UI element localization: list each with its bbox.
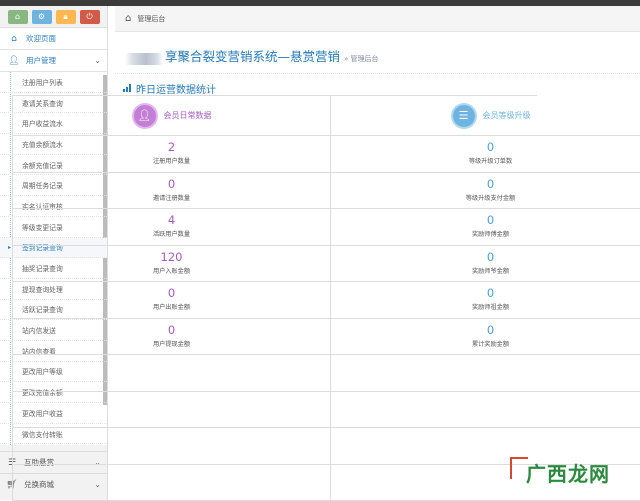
stat-cell: 0 奖励师爷金额: [331, 246, 640, 283]
stat-cell: 120 用户入账金额: [13, 246, 330, 283]
stat-label: 奖励师爷金额: [331, 266, 640, 275]
column-header: ☰ 会员等级升级: [331, 96, 640, 136]
sidebar-subitem-label: 注册用户列表: [22, 77, 63, 87]
sidebar-shortcuts: ⌂ ⚙ 🔒︎ ⏻: [0, 6, 107, 28]
stat-cell: 4 活跃用户数量: [13, 209, 330, 246]
logout-shortcut-button[interactable]: ⏻: [80, 10, 100, 24]
stat-label: 用户提现金额: [13, 339, 330, 348]
breadcrumb: ⌂ 管理后台: [115, 6, 640, 32]
user-icon: 👤︎: [8, 56, 20, 66]
column-title: 会员日常数据: [164, 110, 212, 121]
sidebar-item-label: 欢迎页面: [26, 33, 56, 44]
stats-grid: 👤︎ 会员日常数据 2注册用户数量0邀请注册数量4活跃用户数量120用户入账金额…: [12, 95, 537, 96]
stat-cell: 0 累计奖励金额: [331, 319, 640, 356]
column-header: 👤︎ 会员日常数据: [13, 96, 330, 136]
stat-label: 奖励师傅金额: [331, 229, 640, 238]
sidebar-item-welcome[interactable]: ⌂ 欢迎页面: [0, 28, 107, 50]
power-icon: ⏻: [86, 12, 92, 22]
stat-value: 0: [13, 287, 330, 300]
stat-value: 120: [13, 251, 330, 264]
stat-cell: 0 等级升级支付金额: [331, 173, 640, 210]
stat-value: 0: [331, 251, 640, 264]
stat-value: 2: [13, 141, 330, 154]
stat-value: 0: [331, 324, 640, 337]
stat-label: 注册用户数量: [13, 156, 330, 165]
empty-cell: [13, 392, 330, 429]
empty-cell: [13, 428, 330, 465]
empty-cell: [13, 465, 330, 501]
stat-label: 奖励师祖金额: [331, 302, 640, 311]
sidebar-subitem[interactable]: 注册用户列表: [0, 72, 107, 93]
sidebar-item-user-management[interactable]: 👤︎ 用户管理 ⌄: [0, 50, 107, 72]
sidebar-item-label: 用户管理: [26, 55, 56, 66]
stat-label: 累计奖励金额: [331, 339, 640, 348]
stat-cell: 0 奖励师傅金额: [331, 209, 640, 246]
stat-label: 用户入账金额: [13, 266, 330, 275]
stat-label: 等级升级支付金额: [331, 193, 640, 202]
stat-label: 邀请注册数量: [13, 193, 330, 202]
stat-label: 用户出账金额: [13, 302, 330, 311]
page-title: 享聚合裂变营销系统—悬赏营销: [165, 46, 340, 65]
stat-value: 4: [13, 214, 330, 227]
blurred-logo: [125, 53, 163, 65]
stat-label: 等级升级订单数: [331, 156, 640, 165]
stat-value: 0: [331, 287, 640, 300]
home-icon[interactable]: ⌂: [125, 13, 131, 24]
stat-value: 0: [331, 214, 640, 227]
empty-cell: [331, 392, 640, 429]
menu-icon: ☰: [451, 103, 477, 129]
stat-value: 0: [331, 141, 640, 154]
gear-icon: ⚙: [38, 12, 45, 21]
stat-cell: 0 奖励师祖金额: [331, 282, 640, 319]
lock-shortcut-button[interactable]: 🔒︎: [56, 10, 76, 24]
home-shortcut-button[interactable]: ⌂: [8, 10, 28, 24]
user-icon: 👤︎: [132, 103, 158, 129]
page-header: 享聚合裂变营销系统—悬赏营销 » 管理后台: [115, 32, 640, 74]
bar-chart-icon: [123, 84, 131, 92]
home-icon: ⌂: [15, 12, 20, 21]
stat-value: 0: [13, 178, 330, 191]
chevron-down-icon: ⌄: [94, 56, 101, 65]
breadcrumb-item[interactable]: 管理后台: [137, 14, 165, 24]
stat-value: 0: [331, 178, 640, 191]
stat-cell: 0 等级升级订单数: [331, 136, 640, 173]
lock-icon: 🔒︎: [63, 12, 67, 22]
stats-column-member-daily: 👤︎ 会员日常数据 2 注册用户数量 0 邀请注册数量 4 活跃用户数量 120 用户入账金额…: [12, 96, 330, 501]
stat-cell: 2 注册用户数量: [13, 136, 330, 173]
stat-cell: 0 用户出账金额: [13, 282, 330, 319]
stats-column-member-upgrade: ☰ 会员等级升级 0 等级升级订单数 0 等级升级支付金额 0 奖励师傅金额 0 奖励师爷金额…: [330, 96, 640, 501]
watermark: 广西龙网: [526, 458, 610, 487]
section-title-text: 昨日运营数据统计: [136, 81, 216, 96]
page-subtitle: » 管理后台: [344, 54, 379, 64]
column-title: 会员等级升级: [483, 110, 531, 121]
home-icon: ⌂: [8, 34, 20, 44]
settings-shortcut-button[interactable]: ⚙: [32, 10, 52, 24]
empty-cell: [331, 355, 640, 392]
stat-cell: 0 邀请注册数量: [13, 173, 330, 210]
stat-cell: 0 用户提现金额: [13, 319, 330, 356]
stat-value: 0: [13, 324, 330, 337]
empty-cell: [13, 355, 330, 392]
stat-label: 活跃用户数量: [13, 229, 330, 238]
caret-right-icon: ▸: [8, 244, 11, 251]
